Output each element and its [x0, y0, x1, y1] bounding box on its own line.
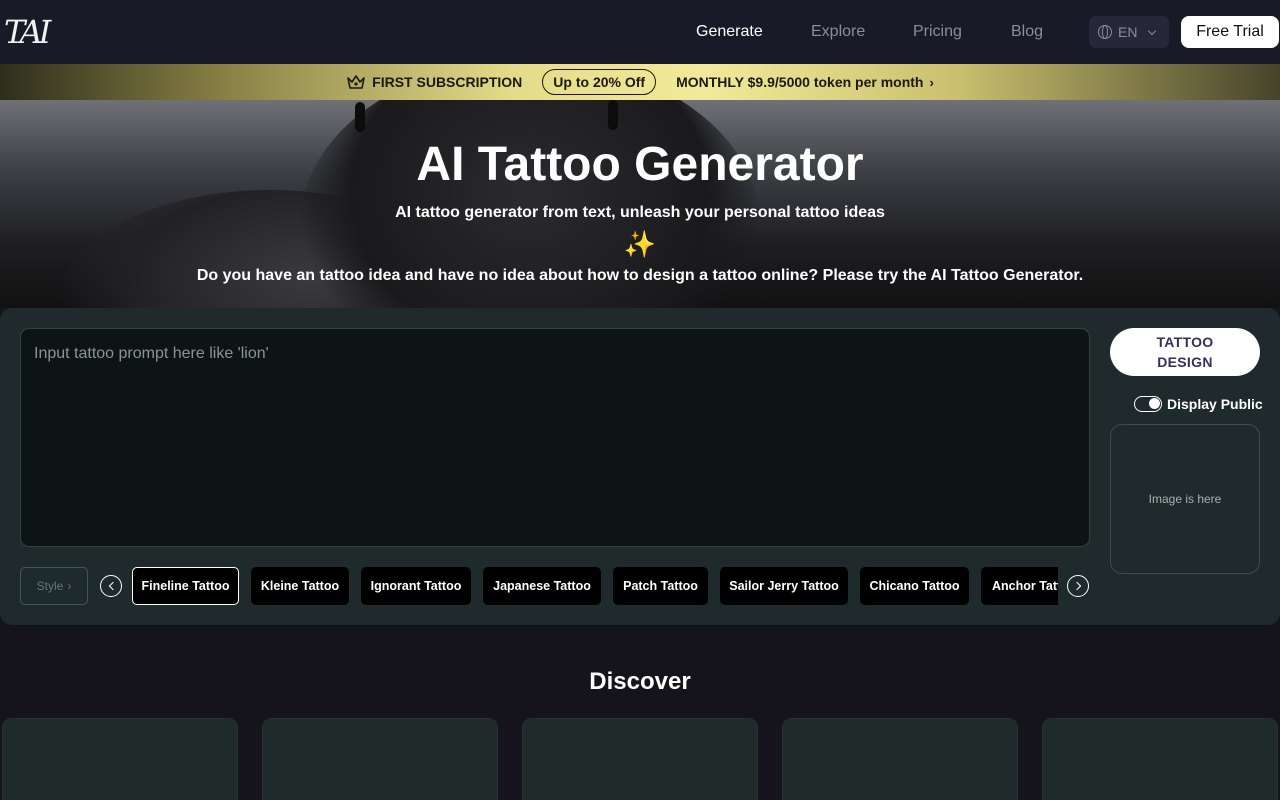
nav-pricing[interactable]: Pricing: [913, 22, 962, 42]
hero-question: Do you have an tattoo idea and have no i…: [196, 267, 1084, 284]
language-label: EN: [1118, 24, 1138, 40]
earring-left: [355, 102, 365, 132]
style-chip-ignorant[interactable]: Ignorant Tattoo: [361, 567, 471, 605]
image-preview: Image is here: [1110, 424, 1260, 574]
discover-card[interactable]: [522, 718, 758, 800]
chevron-left-icon: [108, 581, 117, 591]
discover-card[interactable]: [1042, 718, 1278, 800]
chevron-right-icon: ›: [929, 74, 934, 90]
next-style-button[interactable]: [1067, 575, 1089, 597]
free-trial-button[interactable]: Free Trial: [1181, 16, 1279, 48]
discount-badge: Up to 20% Off: [542, 69, 657, 95]
sparkle-icon: ✨: [623, 229, 657, 259]
page-title: AI Tattoo Generator: [416, 138, 864, 191]
style-button[interactable]: Style ›: [20, 567, 88, 605]
promo-label: FIRST SUBSCRIPTION: [372, 74, 523, 90]
generator-panel: TATTOO DESIGN Display Public Image is he…: [0, 308, 1280, 625]
display-public-row: Display Public: [1134, 394, 1263, 414]
discover-card[interactable]: [782, 718, 1018, 800]
toggle-knob: [1149, 398, 1160, 409]
crown-icon: [347, 75, 365, 89]
earring-right: [608, 100, 618, 130]
discover-card[interactable]: [262, 718, 498, 800]
prompt-input[interactable]: [20, 328, 1090, 547]
globe-icon: [1098, 25, 1112, 39]
promo-offer: MONTHLY $9.9/5000 token per month: [676, 74, 924, 90]
chevron-right-icon: [1072, 581, 1081, 591]
prev-style-button[interactable]: [100, 575, 122, 597]
image-placeholder-text: Image is here: [1148, 492, 1222, 506]
style-chip-chicano[interactable]: Chicano Tattoo: [860, 567, 969, 605]
style-chip-japanese[interactable]: Japanese Tattoo: [483, 567, 601, 605]
promo-banner[interactable]: FIRST SUBSCRIPTION Up to 20% Off MONTHLY…: [0, 64, 1280, 100]
style-chip-kleine[interactable]: Kleine Tattoo: [251, 567, 349, 605]
discover-card[interactable]: [2, 718, 238, 800]
chevron-down-icon: [1148, 26, 1157, 35]
style-chip-patch[interactable]: Patch Tattoo: [613, 567, 708, 605]
display-public-toggle[interactable]: [1134, 396, 1162, 412]
style-label: Style: [36, 579, 64, 593]
nav-explore[interactable]: Explore: [811, 22, 865, 42]
display-public-label: Display Public: [1167, 396, 1263, 412]
style-chip-fineline[interactable]: Fineline Tattoo: [132, 567, 239, 605]
site-logo[interactable]: TAI: [4, 12, 56, 52]
style-chip-sailor-jerry[interactable]: Sailor Jerry Tattoo: [720, 567, 848, 605]
page-subtitle: AI tattoo generator from text, unleash y…: [395, 204, 885, 221]
nav-generate[interactable]: Generate: [696, 22, 763, 42]
nav-blog[interactable]: Blog: [1011, 22, 1043, 42]
top-nav-bar: TAI Generate Explore Pricing Blog EN Fre…: [0, 0, 1280, 64]
style-chip-list: Fineline Tattoo Kleine Tattoo Ignorant T…: [132, 567, 1058, 605]
style-chip-anchor[interactable]: Anchor Tattoo: [981, 567, 1058, 605]
chevron-right-icon: ›: [67, 579, 72, 593]
discover-heading: Discover: [589, 668, 691, 695]
language-selector[interactable]: EN: [1089, 16, 1169, 48]
tattoo-design-button[interactable]: TATTOO DESIGN: [1110, 328, 1260, 376]
